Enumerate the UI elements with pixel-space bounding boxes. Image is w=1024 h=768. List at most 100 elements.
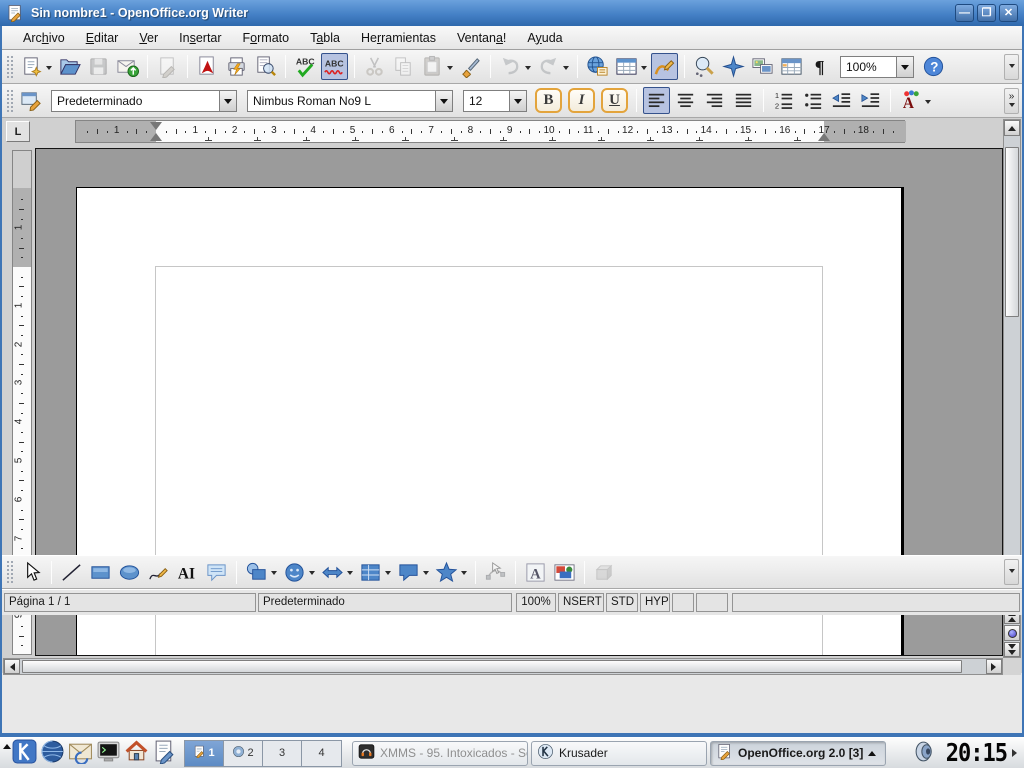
web-browser-launcher[interactable] [38,739,66,767]
task-krusader[interactable]: Krusader [531,741,707,766]
block-arrows-button[interactable] [319,559,355,586]
menu-archivo[interactable]: Archivo [14,28,74,48]
paragraph-style-combo[interactable]: Predeterminado [51,90,237,112]
data-sources-button[interactable] [778,53,805,80]
align-right-button[interactable] [701,87,728,114]
freeform-line-button[interactable] [145,559,172,586]
symbol-shapes-button[interactable] [281,559,317,586]
status-page-style[interactable]: Predeterminado [258,593,512,612]
font-size-combo-dropdown-button[interactable] [509,91,526,111]
stars-button[interactable] [433,559,469,586]
menu-tabla[interactable]: Tabla [301,28,349,48]
basic-shapes-button[interactable] [243,559,279,586]
bold-button[interactable]: B [535,88,562,113]
menu-editar[interactable]: Editar [77,28,128,48]
paragraph-style-combo-dropdown-button[interactable] [219,91,236,111]
right-indent-marker[interactable] [818,133,830,141]
toolbar-options-button[interactable] [1004,559,1019,585]
font-name-combo-dropdown-button[interactable] [435,91,452,111]
desktop-1[interactable]: 1 [185,741,224,766]
bullet-list-button[interactable] [799,87,826,114]
volume-icon[interactable] [913,753,938,767]
status-selection-mode[interactable]: STD [606,593,638,612]
menu-herramientas[interactable]: Herramientas [352,28,445,48]
callout-balloon-button[interactable] [203,559,230,586]
restore-button[interactable]: ❐ [977,4,996,22]
status-zoom-level[interactable]: 100% [516,593,556,612]
scroll-left-button[interactable] [4,659,20,674]
find-replace-button[interactable] [691,53,718,80]
text-button[interactable]: AI [174,559,201,586]
italic-button[interactable]: I [568,88,595,113]
select-button[interactable] [18,559,45,586]
underline-button[interactable]: U [601,88,628,113]
tab-stop-selector[interactable]: L [6,121,30,142]
toolbar-handle[interactable] [6,55,13,79]
rectangle-button[interactable] [87,559,114,586]
export-pdf-button[interactable] [194,53,221,80]
document-as-email-button[interactable] [114,53,141,80]
toolbar-options-button[interactable]: » [1004,88,1019,114]
align-left-button[interactable] [643,87,670,114]
next-page-button[interactable] [1004,642,1020,657]
hyperlink-button[interactable] [584,53,611,80]
text-editor-launcher[interactable] [150,739,178,767]
menu-ayuda[interactable]: Ayuda [518,28,571,48]
draw-functions-button[interactable] [651,53,678,80]
left-indent-marker[interactable] [150,133,162,141]
gallery-button[interactable] [749,53,776,80]
mail-launcher[interactable] [66,739,94,767]
format-paintbrush-button[interactable] [457,53,484,80]
indent-increase-button[interactable] [857,87,884,114]
fontwork-button[interactable]: A [522,559,549,586]
menu-ventana[interactable]: Ventana! [448,28,515,48]
align-center-button[interactable] [672,87,699,114]
page-preview-button[interactable] [252,53,279,80]
status-signature-status[interactable] [696,593,728,612]
font-name-combo-value[interactable]: Nimbus Roman No9 L [248,91,435,111]
panel-hide-button[interactable] [1011,739,1022,768]
horizontal-scrollbar[interactable] [3,658,1003,675]
status-insert-mode[interactable]: NSERT [558,593,604,612]
table-button[interactable] [613,53,649,80]
line-button[interactable] [58,559,85,586]
zoom-combo[interactable]: 100% [840,56,914,78]
formatting-marks-button[interactable]: ¶ [807,53,834,80]
vertical-scroll-thumb[interactable] [1005,147,1019,317]
first-line-indent-marker[interactable] [150,122,162,130]
status-page-number[interactable]: Página 1 / 1 [4,593,256,612]
horizontal-ruler[interactable]: 1123456789101112131415161718 [75,120,905,143]
font-name-combo[interactable]: Nimbus Roman No9 L [247,90,453,112]
desktop-4[interactable]: 4 [302,741,341,766]
paragraph-style-combo-value[interactable]: Predeterminado [52,91,219,111]
task-openoffice-org-2-0-3[interactable]: OpenOffice.org 2.0 [3] [710,741,886,766]
numbered-list-button[interactable]: 12 [770,87,797,114]
toolbar-handle[interactable] [6,560,13,584]
font-size-combo-value[interactable]: 12 [464,91,509,111]
scroll-up-button[interactable] [1004,120,1020,136]
zoom-combo-value[interactable]: 100% [841,57,896,77]
menu-insertar[interactable]: Insertar [170,28,230,48]
open-button[interactable] [56,53,83,80]
desktop-2[interactable]: 2 [224,741,263,766]
from-file-button[interactable] [551,559,578,586]
minimize-button[interactable]: — [955,4,974,22]
menu-formato[interactable]: Formato [234,28,299,48]
navigator-button[interactable] [720,53,747,80]
status-section-info[interactable] [732,593,1020,612]
close-button[interactable]: ✕ [999,4,1018,22]
callouts-button[interactable] [395,559,431,586]
toolbar-options-button[interactable] [1004,54,1019,80]
help-button[interactable]: ? [920,53,947,80]
menu-ver[interactable]: Ver [130,28,167,48]
flowchart-button[interactable] [357,559,393,586]
print-button[interactable] [223,53,250,80]
status-hyperlink-mode[interactable]: HYP [640,593,670,612]
ellipse-button[interactable] [116,559,143,586]
navigation-button[interactable] [1004,625,1020,641]
font-size-combo[interactable]: 12 [463,90,527,112]
task-xmms-95-intoxicados-se[interactable]: XMMS - 95. Intoxicados - Se [352,741,528,766]
home-launcher[interactable] [122,739,150,767]
spellcheck-button[interactable]: ABC [292,53,319,80]
terminal-launcher[interactable] [94,739,122,767]
